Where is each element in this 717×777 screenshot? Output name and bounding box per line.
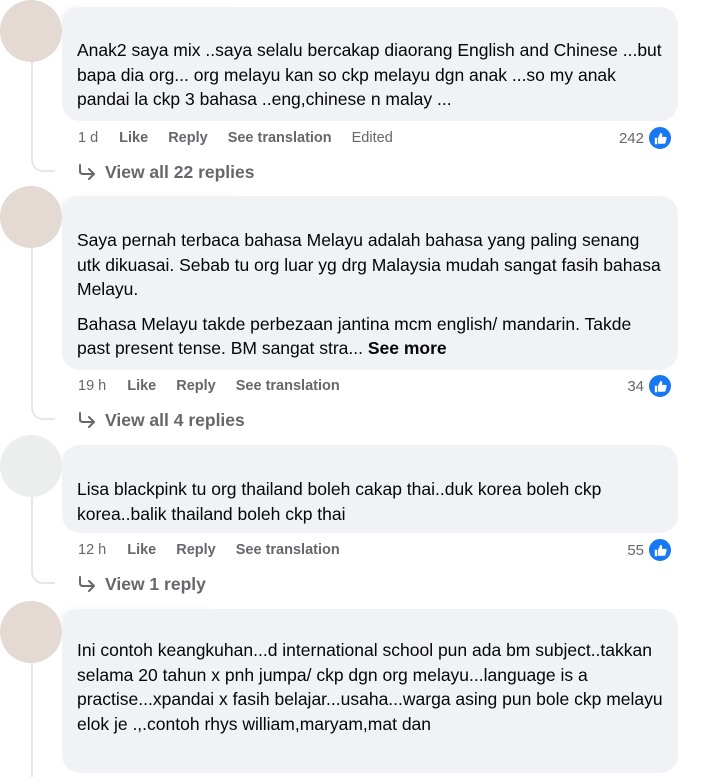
thread-line (31, 368, 55, 420)
thread-line (31, 62, 33, 120)
comment-actions: 12 h Like Reply See translation (78, 540, 360, 560)
reply-arrow-icon (79, 576, 95, 592)
comment-text-truncated: Bahasa Melayu takde perbezaan jantina mc… (77, 313, 632, 359)
see-translation-link[interactable]: See translation (228, 130, 332, 146)
comment-time[interactable]: 12 h (78, 542, 106, 558)
comment-text: Anak2 saya mix ..saya selalu bercakap di… (77, 40, 662, 109)
reaction-count: 34 (627, 377, 644, 395)
reaction-count: 55 (627, 541, 644, 559)
view-replies-label: View all 4 replies (105, 409, 245, 430)
like-button[interactable]: Like (127, 378, 156, 394)
comment-time[interactable]: 19 h (78, 378, 106, 394)
thumbs-up-icon (647, 537, 673, 563)
reply-button[interactable]: Reply (176, 378, 216, 394)
thread-line (31, 248, 33, 368)
comment-bubble: Saya pernah terbaca bahasa Melayu adalah… (62, 196, 678, 370)
comment-actions: 19 h Like Reply See translation (78, 376, 360, 396)
avatar[interactable] (0, 435, 62, 497)
see-translation-link[interactable]: See translation (236, 378, 340, 394)
comment-bubble: Lisa blackpink tu org thailand boleh cak… (62, 445, 678, 533)
like-button[interactable]: Like (119, 130, 148, 146)
comment-thread: Anak2 saya mix ..saya selalu bercakap di… (0, 0, 717, 777)
reaction-summary[interactable]: 55 (627, 537, 673, 563)
avatar[interactable] (0, 186, 62, 248)
see-more-link[interactable]: See more (368, 338, 447, 358)
thread-line (31, 533, 55, 584)
view-replies-link[interactable]: View all 4 replies (78, 408, 245, 432)
comment-text: Saya pernah terbaca bahasa Melayu adalah… (77, 230, 661, 299)
avatar[interactable] (0, 601, 62, 663)
reaction-summary[interactable]: 242 (618, 125, 673, 151)
comment-text: Bahasa Melayu takde perbezaan jantina mc… (77, 312, 663, 361)
reaction-summary[interactable]: 34 (627, 373, 673, 399)
reply-arrow-icon (79, 412, 95, 428)
avatar[interactable] (0, 0, 62, 62)
reply-arrow-icon (79, 164, 95, 180)
view-replies-label: View all 22 replies (105, 161, 255, 182)
comment-bubble: Ini contoh keangkuhan...d international … (62, 609, 678, 773)
comment-bubble: Anak2 saya mix ..saya selalu bercakap di… (62, 7, 678, 121)
view-replies-link[interactable]: View 1 reply (78, 572, 206, 596)
thread-line (31, 497, 33, 533)
comment-time[interactable]: 1 d (78, 130, 98, 146)
comment-text: Ini contoh keangkuhan...d international … (77, 640, 663, 734)
reaction-count: 242 (618, 129, 644, 147)
view-replies-label: View 1 reply (105, 573, 206, 594)
thread-line (31, 120, 55, 172)
edited-label: Edited (351, 130, 393, 146)
reply-button[interactable]: Reply (168, 130, 208, 146)
comment-text: Lisa blackpink tu org thailand boleh cak… (77, 479, 602, 524)
reply-button[interactable]: Reply (176, 542, 216, 558)
thumbs-up-icon (647, 125, 673, 151)
comment-actions: 1 d Like Reply See translation Edited (78, 128, 393, 148)
thumbs-up-icon (647, 373, 673, 399)
see-translation-link[interactable]: See translation (236, 542, 340, 558)
thread-line (31, 663, 33, 777)
view-replies-link[interactable]: View all 22 replies (78, 160, 255, 184)
like-button[interactable]: Like (127, 542, 156, 558)
